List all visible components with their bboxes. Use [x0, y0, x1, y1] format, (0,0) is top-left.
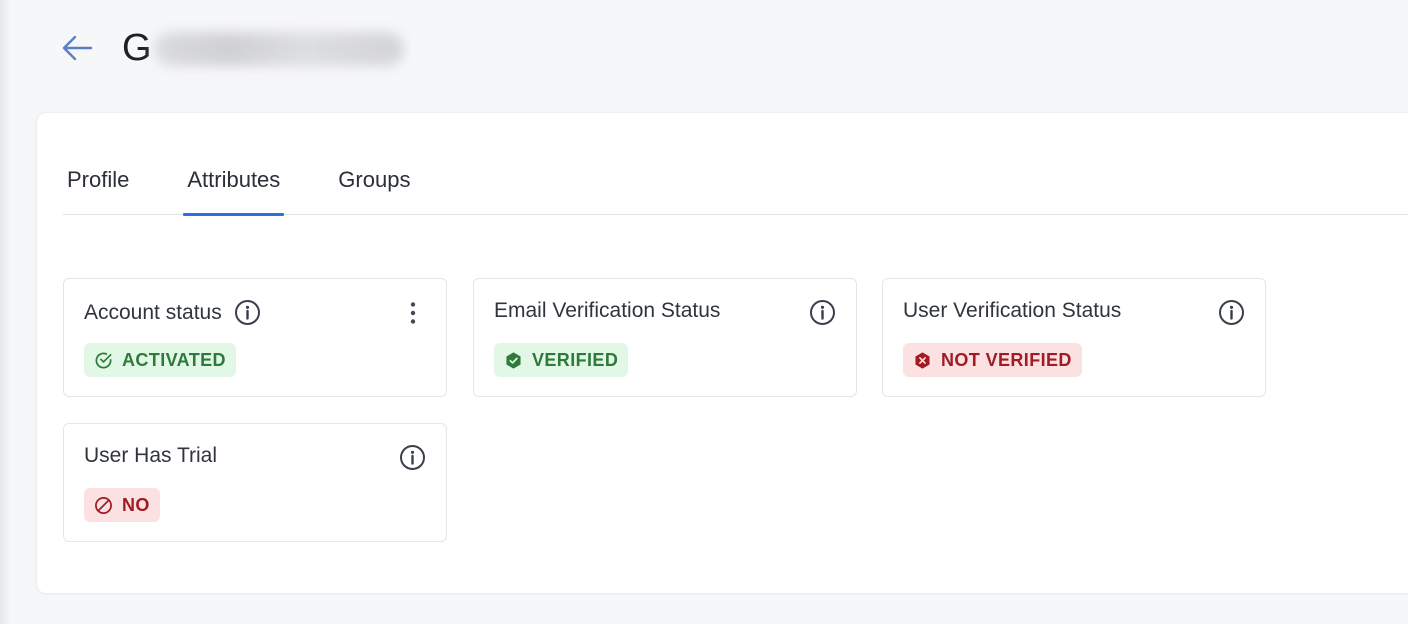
info-icon[interactable] — [399, 444, 426, 471]
redacted-name — [154, 32, 405, 67]
badge-label: ACTIVATED — [122, 349, 226, 370]
back-button[interactable] — [60, 31, 94, 65]
tab-label: Profile — [67, 167, 130, 192]
info-icon[interactable] — [1218, 299, 1245, 326]
check-circle-icon — [94, 351, 113, 370]
card-title-text: User Has Trial — [84, 444, 218, 467]
card-title: User Verification Status — [903, 299, 1121, 323]
page-title: G — [122, 26, 405, 70]
more-vertical-icon — [410, 301, 415, 324]
card-title-text: Account status — [84, 300, 222, 324]
badge-label: NO — [122, 494, 150, 515]
back-arrow-icon — [62, 35, 93, 61]
email-verification-card: Email Verification Status VERIFIED — [473, 278, 857, 397]
shield-check-icon — [504, 351, 523, 370]
more-options-button[interactable] — [399, 299, 426, 326]
info-icon[interactable] — [234, 299, 261, 326]
card-title-text: User Verification Status — [903, 299, 1122, 322]
left-rail — [0, 0, 10, 624]
status-badge: ACTIVATED — [84, 343, 236, 377]
ban-icon — [94, 496, 113, 515]
status-badge: NO — [84, 488, 160, 522]
status-badge: VERIFIED — [494, 343, 629, 377]
card-title: Email Verification Status — [494, 299, 720, 323]
tab-groups[interactable]: Groups — [334, 153, 414, 215]
page-header: G — [60, 26, 405, 70]
card-title: Account status — [84, 299, 261, 326]
badge-label: NOT VERIFIED — [941, 349, 1072, 370]
card-title: User Has Trial — [84, 444, 217, 468]
user-verification-card: User Verification Status NOT VERIFIED — [882, 278, 1266, 397]
account-status-card: Account status ACTIVATED — [63, 278, 447, 397]
tab-label: Attributes — [187, 167, 281, 192]
tab-bar: Profile Attributes Groups — [63, 153, 1408, 216]
info-icon[interactable] — [809, 299, 836, 326]
status-badge: NOT VERIFIED — [903, 343, 1082, 377]
user-detail-panel: Profile Attributes Groups Account status… — [36, 112, 1408, 594]
user-name-initial: G — [122, 26, 153, 69]
tab-attributes[interactable]: Attributes — [183, 153, 285, 216]
tab-profile[interactable]: Profile — [63, 153, 133, 215]
tab-label: Groups — [338, 167, 411, 192]
card-title-text: Email Verification Status — [494, 299, 721, 322]
shield-x-icon — [913, 351, 932, 370]
user-has-trial-card: User Has Trial NO — [63, 423, 447, 542]
badge-label: VERIFIED — [532, 349, 619, 370]
